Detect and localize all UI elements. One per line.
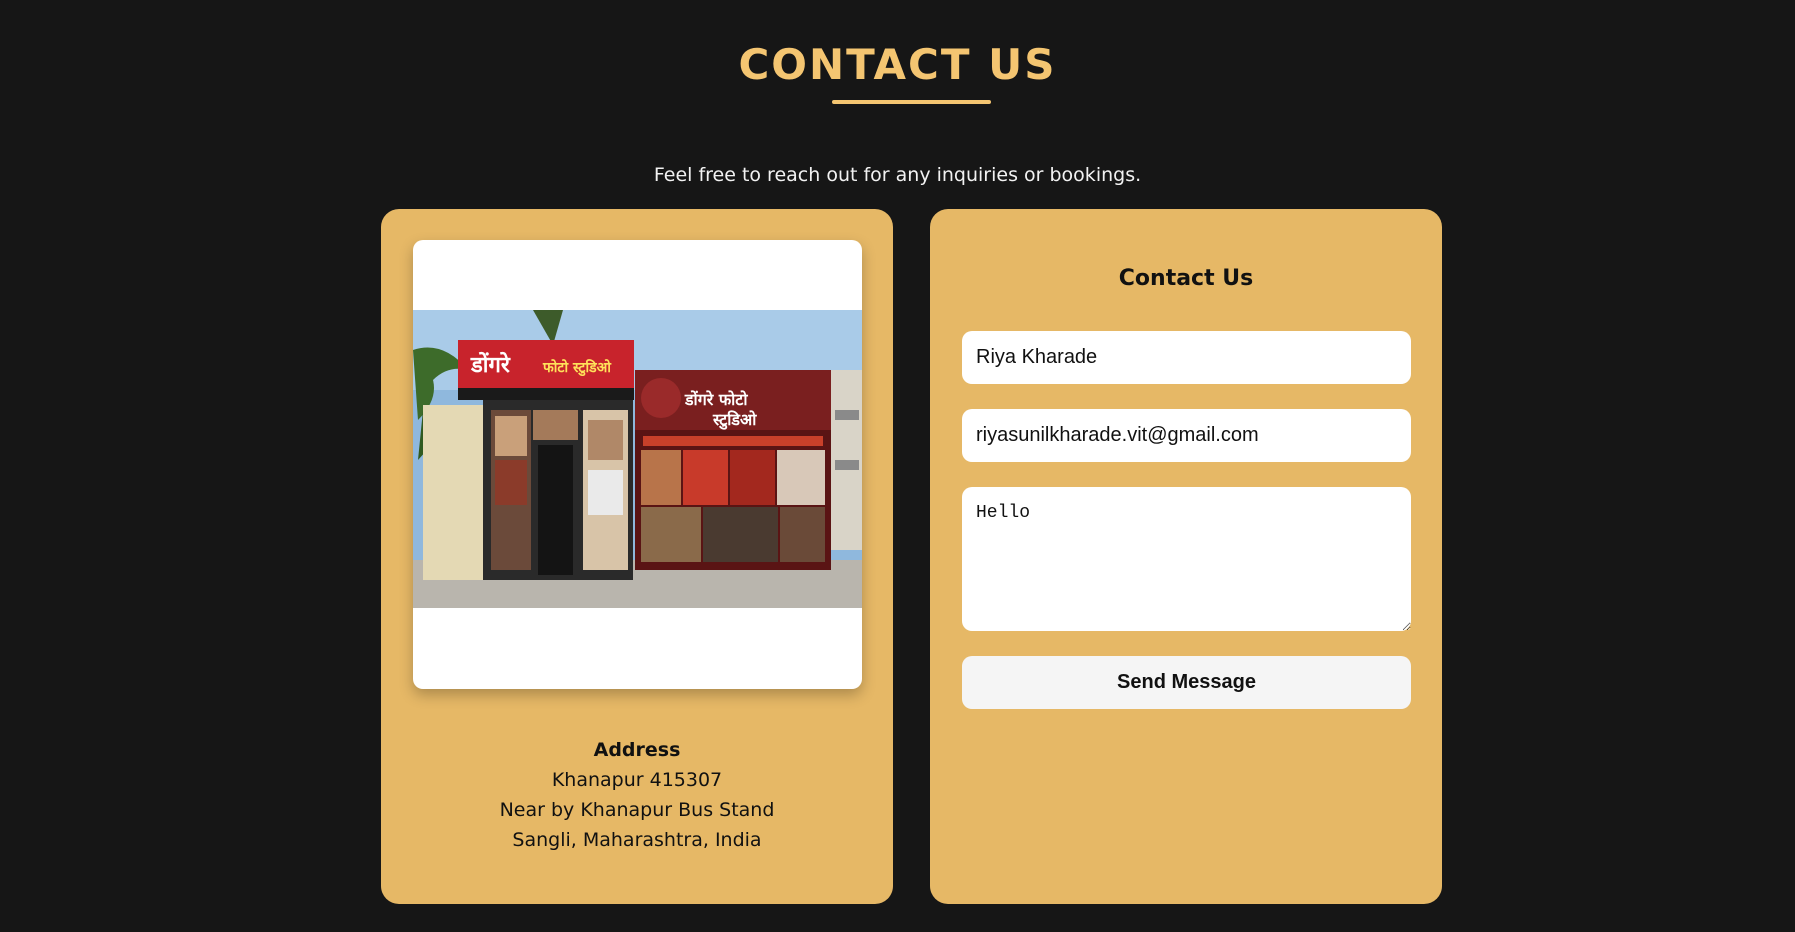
send-message-button[interactable]: Send Message: [962, 656, 1411, 709]
svg-text:फोटो स्टुडिओ: फोटो स्टुडिओ: [542, 359, 612, 377]
address-block: Address Khanapur 415307 Near by Khanapur…: [381, 735, 893, 855]
svg-text:डोंगरे: डोंगरे: [470, 351, 511, 378]
address-line: Near by Khanapur Bus Stand: [499, 799, 775, 821]
page-title: CONTACT US: [738, 40, 1057, 89]
title-underline: [832, 100, 991, 104]
studio-storefront-photo: डोंगरे फोटो स्टुडिओ डोंगरे फोटो स्टुडिओ: [413, 310, 862, 608]
photo-frame: डोंगरे फोटो स्टुडिओ डोंगरे फोटो स्टुडिओ: [413, 240, 862, 689]
message-field[interactable]: Hello: [962, 487, 1411, 631]
contact-form-card: Contact Us Hello Send Message: [930, 209, 1442, 904]
address-line: Sangli, Maharashtra, India: [512, 829, 762, 851]
svg-text:डोंगरे फोटो: डोंगरे फोटो: [684, 390, 748, 409]
page-subtitle: Feel free to reach out for any inquiries…: [653, 164, 1142, 186]
address-title: Address: [593, 739, 681, 761]
email-field[interactable]: [962, 409, 1411, 462]
form-title: Contact Us: [1118, 266, 1254, 291]
name-field[interactable]: [962, 331, 1411, 384]
address-line: Khanapur 415307: [551, 769, 723, 791]
contact-page: CONTACT US Feel free to reach out for an…: [0, 0, 1795, 932]
svg-text:स्टुडिओ: स्टुडिओ: [712, 410, 757, 430]
address-card: डोंगरे फोटो स्टुडिओ डोंगरे फोटो स्टुडिओ: [381, 209, 893, 904]
